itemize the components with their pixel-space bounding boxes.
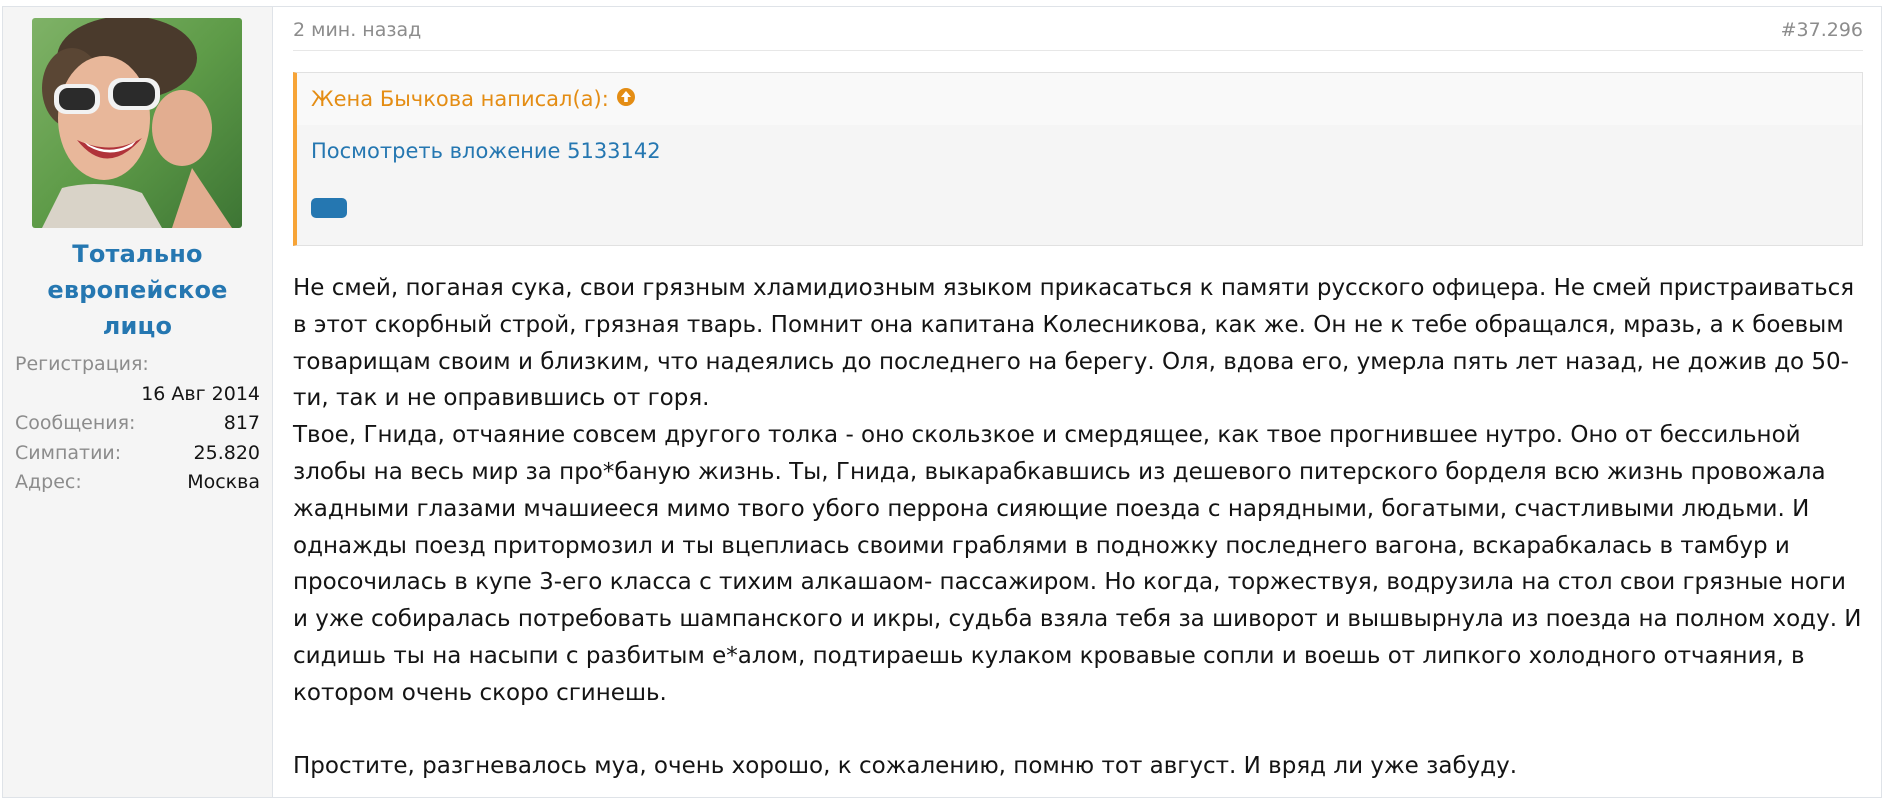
quote-body: Посмотреть вложение 5133142 — [297, 125, 1862, 218]
user-info-panel: Тотально европейское лицо Регистрация: 1… — [3, 7, 273, 797]
username-line2[interactable]: европейское лицо — [15, 272, 260, 344]
avatar-image — [32, 18, 242, 228]
user-stats: Регистрация: 16 Авг 2014 Сообщения: 817 … — [15, 350, 260, 498]
stat-label: Регистрация: — [15, 353, 149, 375]
stat-value: 25.820 — [193, 441, 260, 464]
stat-address: Адрес: Москва — [15, 468, 260, 498]
stat-label: Сообщения: — [15, 412, 136, 434]
message-body: Не смей, поганая сука, свои грязным хлам… — [293, 270, 1863, 785]
username[interactable]: Тотально европейское лицо — [15, 236, 260, 344]
username-line1[interactable]: Тотально — [15, 236, 260, 272]
quote-header[interactable]: Жена Бычкова написал(а): — [297, 73, 1862, 125]
attachment-link[interactable]: Посмотреть вложение 5133142 — [311, 139, 661, 163]
message-paragraph: Простите, разгневалось муа, очень хорошо… — [293, 753, 1518, 780]
stat-value: 817 — [223, 412, 260, 434]
message-header: 2 мин. назад #37.296 — [293, 7, 1863, 51]
post-time[interactable]: 2 мин. назад — [293, 19, 421, 41]
stat-messages: Сообщения: 817 — [15, 409, 260, 439]
stat-value: 16 Авг 2014 — [141, 382, 260, 405]
message-panel: 2 мин. назад #37.296 Жена Бычкова написа… — [273, 7, 1881, 797]
forum-post: Тотально европейское лицо Регистрация: 1… — [2, 6, 1882, 798]
post-number[interactable]: #37.296 — [1781, 19, 1863, 41]
quote-author[interactable]: Жена Бычкова написал(а): — [311, 87, 609, 111]
user-avatar[interactable] — [32, 18, 242, 228]
arrow-up-circle-icon[interactable] — [616, 87, 636, 112]
message-paragraph: Не смей, поганая сука, свои грязным хлам… — [293, 275, 1855, 412]
message-paragraph: Твое, Гнида, отчаяние совсем другого тол… — [293, 422, 1862, 706]
stat-registration: Регистрация: 16 Авг 2014 — [15, 350, 260, 409]
quote-block: Жена Бычкова написал(а): Посмотреть влож… — [293, 72, 1863, 246]
stat-label: Симпатии: — [15, 441, 122, 464]
expand-quote-button[interactable] — [311, 198, 347, 218]
stat-value: Москва — [187, 471, 260, 493]
stat-likes: Симпатии: 25.820 — [15, 439, 260, 469]
stat-label: Адрес: — [15, 471, 82, 493]
